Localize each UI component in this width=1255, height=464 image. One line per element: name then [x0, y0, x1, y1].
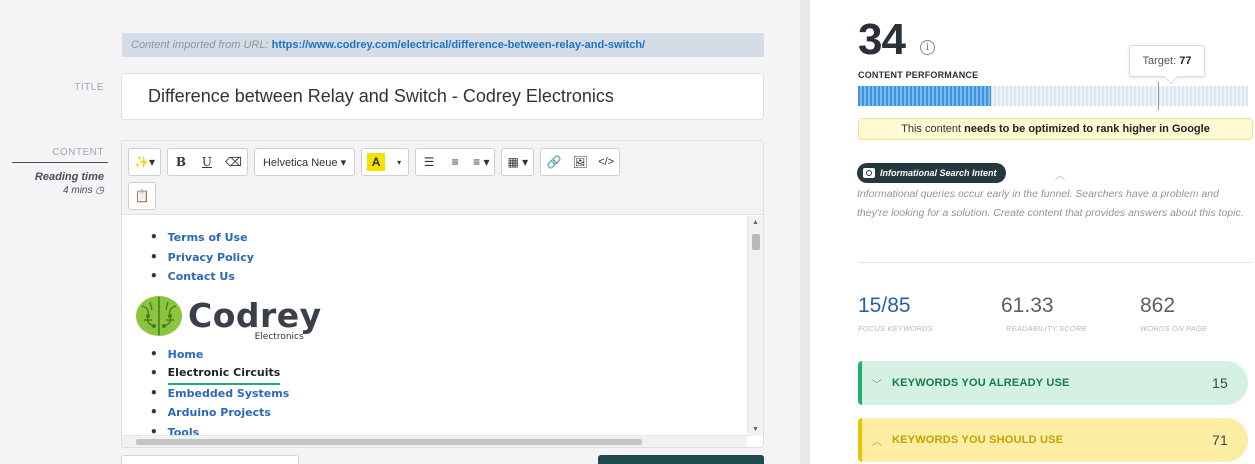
reading-time-label: Reading time: [34, 171, 104, 183]
focus-keywords-total: /85: [881, 294, 911, 317]
search-intent-badge[interactable]: Informational Search Intent: [857, 163, 1006, 183]
horizontal-scrollbar[interactable]: [122, 435, 747, 447]
keywords-should-use-section[interactable]: ︿ KEYWORDS YOU SHOULD USE 71: [858, 418, 1248, 462]
vertical-scroll-thumb[interactable]: [752, 234, 760, 250]
target-prefix: Target:: [1142, 55, 1177, 67]
code-view-icon[interactable]: </>: [593, 149, 619, 175]
clipboard-icon[interactable]: 📋: [129, 183, 155, 209]
scroll-up-icon[interactable]: ▲: [752, 219, 759, 226]
primary-action-button[interactable]: [598, 455, 764, 464]
list-item[interactable]: Home: [150, 345, 747, 365]
import-source-bar: Content imported from URL: https://www.c…: [122, 33, 764, 57]
word-count-stat: 862 WORDS ON PAGE: [1140, 294, 1207, 333]
reading-time: Reading time 4 mins ◷: [0, 170, 104, 198]
title-input[interactable]: Difference between Relay and Switch - Co…: [121, 73, 764, 120]
optimization-warning: This content needs to be optimized to ra…: [858, 118, 1253, 140]
editor-toolbar: ✨▾ B U ⌫ Helvetica Neue ▾ A ▾ ☰ ≡ ≡ ▾ ▦ …: [122, 141, 763, 215]
list-item-active[interactable]: Electronic Circuits: [150, 364, 747, 385]
focus-keywords-current: 15: [858, 294, 882, 317]
codrey-logo: Codrey Electronics: [134, 287, 747, 345]
keywords-already-used-section[interactable]: ﹀ KEYWORDS YOU ALREADY USE 15: [858, 361, 1248, 405]
progress-fill: [858, 86, 991, 106]
rich-text-editor[interactable]: ✨▾ B U ⌫ Helvetica Neue ▾ A ▾ ☰ ≡ ≡ ▾ ▦ …: [121, 140, 764, 448]
target-value: 77: [1179, 55, 1192, 67]
chevron-up-icon: ︿: [871, 436, 883, 448]
keywords-should-use-count: 71: [1212, 432, 1228, 448]
keywords-already-used-label: KEYWORDS YOU ALREADY USE: [892, 377, 1070, 389]
scroll-down-icon[interactable]: ▼: [752, 426, 759, 433]
vertical-scrollbar[interactable]: ▲ ▼: [747, 216, 763, 436]
font-family-dropdown[interactable]: Helvetica Neue ▾: [255, 149, 354, 175]
performance-panel: 34 i CONTENT PERFORMANCE Target: 77 This…: [810, 0, 1255, 464]
word-count-value: 862: [1140, 294, 1176, 317]
editor-pane: Content imported from URL: https://www.c…: [0, 0, 800, 464]
bold-button[interactable]: B: [168, 149, 194, 175]
brain-logo-icon: [136, 295, 182, 336]
import-url-link[interactable]: https://www.codrey.com/electrical/differ…: [272, 39, 645, 51]
import-prefix: Content imported from URL:: [131, 39, 269, 51]
keywords-already-used-count: 15: [1212, 375, 1228, 391]
performance-score: 34: [858, 15, 906, 64]
list-item[interactable]: Terms of Use: [150, 228, 747, 248]
intent-badge-label: Informational Search Intent: [880, 168, 997, 178]
highlight-color-caret[interactable]: ▾: [390, 149, 408, 175]
intent-icon: [863, 168, 875, 178]
list-item[interactable]: Contact Us: [150, 267, 747, 287]
reading-time-value: 4 mins: [63, 185, 93, 196]
keywords-should-use-label: KEYWORDS YOU SHOULD USE: [892, 434, 1064, 446]
eraser-icon[interactable]: ⌫: [220, 149, 247, 175]
horizontal-scroll-thumb[interactable]: [136, 439, 642, 445]
readability-label: READABILITY SCORE: [1006, 324, 1087, 333]
pane-divider: [800, 0, 810, 464]
bullet-list-icon[interactable]: ☰: [416, 149, 442, 175]
collapse-chevron-icon[interactable]: ︿: [1055, 167, 1065, 182]
warning-prefix: This content: [901, 123, 962, 135]
content-label-divider: [12, 162, 108, 163]
performance-label: CONTENT PERFORMANCE: [858, 70, 979, 80]
logo-wordmark: Codrey: [188, 295, 322, 335]
performance-progress-bar: [858, 86, 1248, 106]
secondary-action-button[interactable]: [121, 455, 299, 464]
chevron-down-icon: ﹀: [871, 379, 883, 391]
list-item[interactable]: Privacy Policy: [150, 248, 747, 268]
magic-wand-button[interactable]: ✨▾: [129, 149, 160, 175]
target-marker: [1158, 82, 1160, 110]
top-links-list: Terms of Use Privacy Policy Contact Us: [150, 228, 747, 287]
clock-icon: ◷: [95, 185, 104, 196]
editor-content[interactable]: Terms of Use Privacy Policy Contact Us C…: [122, 216, 747, 439]
app-root: Content imported from URL: https://www.c…: [0, 0, 1255, 464]
align-dropdown[interactable]: ≡ ▾: [468, 149, 494, 175]
link-icon[interactable]: 🔗: [541, 149, 567, 175]
warning-emphasis: needs to be optimized to rank higher in …: [964, 123, 1210, 135]
target-tooltip: Target: 77: [1129, 45, 1205, 77]
list-item[interactable]: Embedded Systems: [150, 384, 747, 404]
title-label: TITLE: [74, 82, 104, 93]
highlight-color-button[interactable]: A: [362, 149, 390, 175]
info-icon[interactable]: i: [920, 40, 935, 55]
numbered-list-icon[interactable]: ≡: [442, 149, 468, 175]
intent-description: Informational queries occur early in the…: [857, 188, 1244, 219]
list-item[interactable]: Arduino Projects: [150, 403, 747, 423]
readability-stat: 61.33 READABILITY SCORE: [1001, 294, 1087, 333]
content-label: CONTENT: [52, 147, 104, 158]
logo-subtitle: Electronics: [254, 331, 304, 342]
section-divider: [858, 262, 1253, 263]
underline-button[interactable]: U: [194, 149, 220, 175]
word-count-label: WORDS ON PAGE: [1140, 324, 1208, 333]
image-icon[interactable]: 🖼: [567, 149, 593, 175]
focus-keywords-stat: 15/85 FOCUS KEYWORDS: [858, 294, 933, 333]
table-dropdown[interactable]: ▦ ▾: [502, 149, 533, 175]
focus-keywords-label: FOCUS KEYWORDS: [858, 324, 933, 333]
nav-links-list: Home Electronic Circuits Embedded System…: [150, 345, 747, 443]
readability-value: 61.33: [1001, 294, 1054, 317]
